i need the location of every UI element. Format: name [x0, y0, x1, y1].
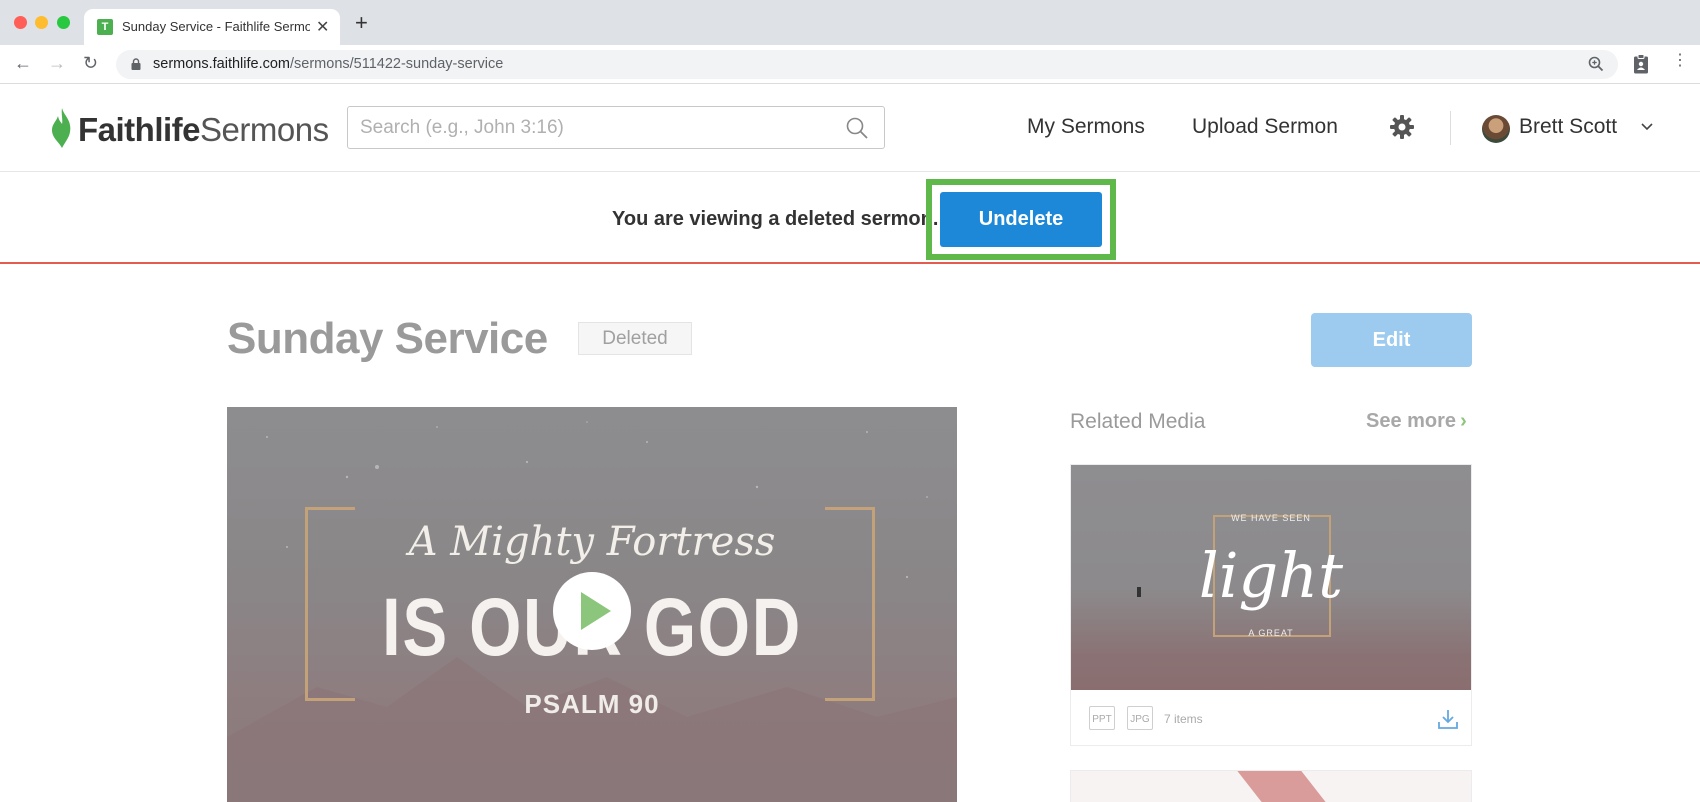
- maximize-window-button[interactable]: [57, 16, 70, 29]
- see-more-link[interactable]: See more ›: [1366, 410, 1467, 433]
- undelete-button[interactable]: Undelete: [940, 192, 1102, 247]
- items-count: 7 items: [1164, 712, 1203, 726]
- deleted-sermon-banner: You are viewing a deleted sermon. Undele…: [0, 172, 1700, 264]
- chevron-right-icon: ›: [1460, 410, 1467, 432]
- url-host: sermons.faithlife.com: [153, 56, 290, 72]
- logo-light-text: Sermons: [200, 111, 329, 148]
- browser-toolbar: ← → ↻ sermons.faithlife.com/sermons/5114…: [0, 45, 1700, 84]
- jpg-file-icon: JPG: [1127, 706, 1153, 730]
- ppt-file-icon: PPT: [1089, 706, 1115, 730]
- close-window-button[interactable]: [14, 16, 27, 29]
- back-arrow-icon[interactable]: ←: [14, 53, 32, 73]
- user-menu-name[interactable]: Brett Scott: [1519, 115, 1617, 139]
- tab-strip: T Sunday Service - Faithlife Sermons ✕ +: [0, 0, 1700, 45]
- reload-icon[interactable]: ↻: [83, 53, 98, 73]
- thumbnail-script-word: light: [1198, 539, 1344, 612]
- lock-icon: [131, 58, 141, 70]
- sermon-content: Sunday Service Deleted Edit A Mighty For…: [0, 266, 1700, 802]
- browser-tab-active[interactable]: T Sunday Service - Faithlife Sermons ✕: [84, 9, 340, 45]
- download-icon[interactable]: [1437, 708, 1459, 730]
- thumbnail-figure: [1137, 587, 1141, 597]
- flame-icon: [52, 108, 71, 148]
- search-input[interactable]: [360, 115, 820, 141]
- minimize-window-button[interactable]: [35, 16, 48, 29]
- media-thumbnail: WE HAVE SEEN light A GREAT: [1071, 465, 1471, 690]
- clipboard-icon[interactable]: [1633, 54, 1649, 74]
- video-subtitle: PSALM 90: [524, 689, 660, 719]
- video-player[interactable]: A Mighty Fortress IS OUR GOD PSALM 90: [227, 407, 957, 802]
- search-box[interactable]: [347, 106, 885, 149]
- edit-button[interactable]: Edit: [1311, 313, 1472, 367]
- thumbnail-top-line: WE HAVE SEEN: [1231, 513, 1311, 523]
- related-media-card-2[interactable]: [1070, 770, 1472, 802]
- logo-wordmark: FaithlifeSermons: [78, 111, 329, 149]
- see-more-label: See more: [1366, 410, 1457, 432]
- favicon-icon: T: [97, 19, 113, 35]
- related-media-card[interactable]: WE HAVE SEEN light A GREAT PPT JPG 7 ite…: [1070, 464, 1472, 746]
- url-text: sermons.faithlife.com/sermons/511422-sun…: [153, 56, 503, 72]
- zoom-icon[interactable]: [1587, 55, 1605, 73]
- nav-upload-sermon[interactable]: Upload Sermon: [1192, 115, 1338, 139]
- address-bar[interactable]: sermons.faithlife.com/sermons/511422-sun…: [116, 50, 1618, 79]
- status-badge: Deleted: [578, 322, 692, 355]
- url-path: /sermons/511422-sunday-service: [290, 56, 504, 72]
- chevron-down-icon[interactable]: [1641, 123, 1653, 131]
- video-script-title: A Mighty Fortress: [408, 519, 776, 565]
- site-header: FaithlifeSermons My Sermons Upload Sermo…: [0, 85, 1700, 172]
- thumbnail-stripe: [1229, 771, 1341, 802]
- media-card-footer: PPT JPG 7 items: [1071, 690, 1471, 745]
- thumbnail-bottom-line: A GREAT: [1248, 628, 1294, 638]
- browser-window: T Sunday Service - Faithlife Sermons ✕ +…: [0, 0, 1700, 802]
- new-tab-icon[interactable]: +: [355, 12, 368, 34]
- search-icon[interactable]: [845, 116, 869, 140]
- tab-title: Sunday Service - Faithlife Sermons: [122, 19, 310, 34]
- deleted-sermon-message: You are viewing a deleted sermon.: [612, 208, 939, 230]
- related-media-heading: Related Media: [1070, 410, 1206, 433]
- play-button[interactable]: [553, 572, 631, 650]
- nav-my-sermons[interactable]: My Sermons: [1027, 115, 1145, 139]
- logo-bold-text: Faithlife: [78, 111, 201, 148]
- gear-icon[interactable]: [1389, 114, 1415, 140]
- kebab-menu-icon[interactable]: ⋮: [1672, 53, 1688, 69]
- tab-close-icon[interactable]: ✕: [316, 17, 329, 37]
- avatar[interactable]: [1482, 115, 1510, 143]
- page-title: Sunday Service: [227, 314, 548, 363]
- forward-arrow-icon[interactable]: →: [48, 53, 66, 73]
- play-icon: [581, 592, 611, 630]
- header-divider: [1450, 111, 1451, 145]
